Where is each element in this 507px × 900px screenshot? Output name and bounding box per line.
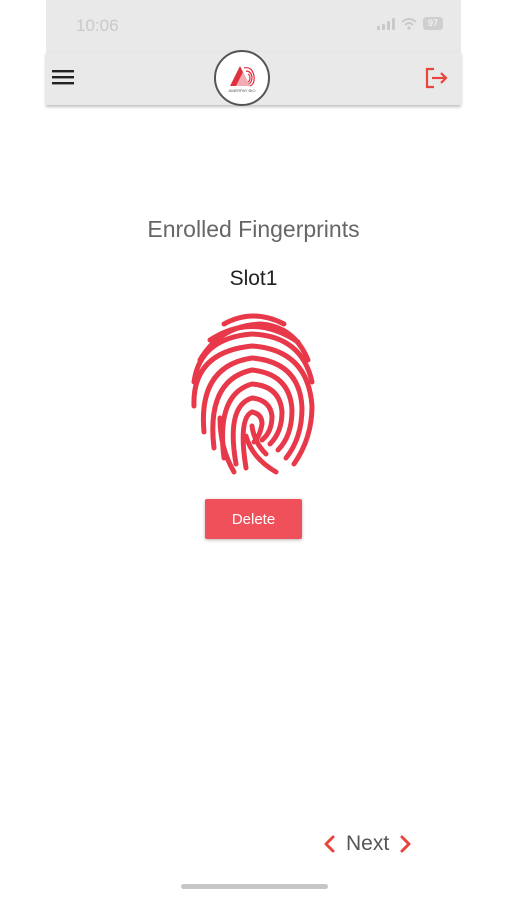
page-title: Enrolled Fingerprints	[147, 216, 360, 242]
chevron-left-icon[interactable]	[322, 834, 336, 854]
app-logo: AMERPAY BIO	[214, 50, 270, 106]
cellular-signal-icon	[377, 17, 395, 30]
status-icons: 97	[377, 17, 443, 30]
app-header: AMERPAY BIO	[46, 50, 461, 106]
delete-button[interactable]: Delete	[205, 499, 302, 539]
status-bar: 10:06 97	[46, 0, 461, 52]
home-indicator[interactable]	[181, 884, 328, 889]
status-time: 10:06	[76, 16, 119, 35]
logo-text: AMERPAY BIO	[228, 88, 256, 93]
wifi-icon	[401, 17, 417, 30]
slot-label: Slot1	[229, 267, 278, 290]
battery-icon: 97	[423, 17, 443, 30]
logout-icon[interactable]	[423, 66, 449, 90]
logo-mark-icon	[230, 66, 255, 87]
next-navigation[interactable]: Next	[322, 832, 413, 856]
fingerprint-icon	[190, 308, 317, 478]
next-label[interactable]: Next	[346, 832, 389, 856]
chevron-right-icon[interactable]	[399, 834, 413, 854]
app-screen: 10:06 97 AMERPAY BIO Enrolled Fingerprin…	[46, 0, 461, 900]
hamburger-menu-icon[interactable]	[50, 66, 76, 88]
